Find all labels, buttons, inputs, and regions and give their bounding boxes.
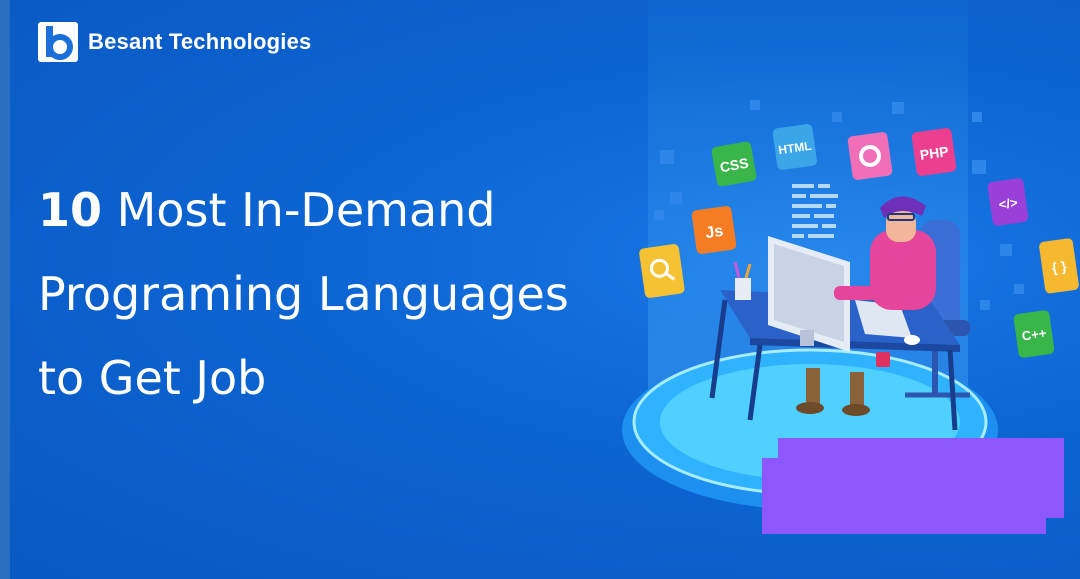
headline-line-1: 10 Most In-Demand (38, 168, 569, 252)
gear-badge (847, 132, 893, 180)
cpp-badge: C++ (1013, 310, 1055, 358)
banner: Besant Technologies 10 Most In-Demand Pr… (0, 0, 1080, 579)
purple-overlay-block (762, 438, 1064, 534)
html-badge: HTML (772, 124, 817, 170)
headline-line-2: Programing Languages (38, 267, 569, 321)
js-badge-label: Js (704, 223, 724, 242)
mug-icon (876, 352, 890, 367)
brand-name: Besant Technologies (88, 29, 312, 54)
css-badge: CSS (711, 141, 757, 187)
left-edge-strip (0, 0, 10, 579)
mouse-icon (904, 335, 920, 345)
search-badge (639, 244, 685, 298)
braces-badge: { } (1039, 238, 1079, 294)
logo-b-icon (38, 22, 78, 62)
headline: 10 Most In-Demand Programing Languages t… (38, 168, 569, 420)
braces-badge-label: { } (1051, 258, 1068, 276)
purple-overlay-bottom (762, 458, 1046, 534)
code-badge: </> (987, 178, 1029, 226)
headline-line-1-rest: Most In-Demand (116, 183, 496, 237)
headline-number: 10 (38, 183, 103, 237)
brand-logo: Besant Technologies (38, 22, 311, 62)
js-badge: Js (691, 206, 737, 254)
php-badge: PHP (911, 128, 957, 176)
code-badge-label: </> (998, 195, 1019, 213)
headline-line-3: to Get Job (38, 351, 267, 405)
